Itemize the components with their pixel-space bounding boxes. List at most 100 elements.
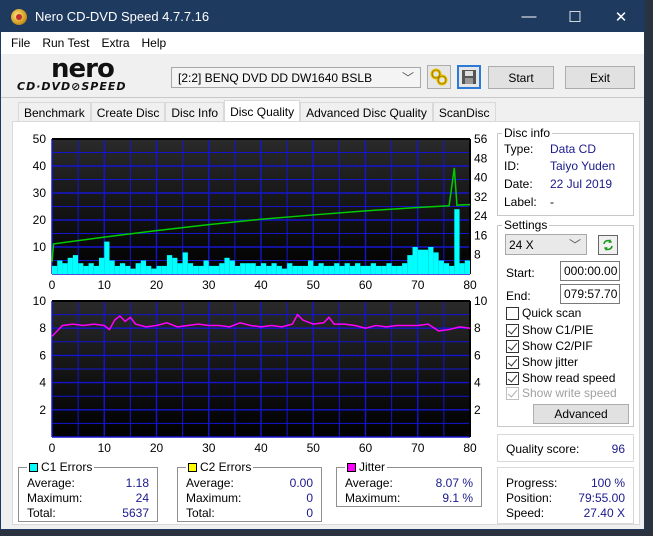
x-tick-label: 80 — [463, 441, 477, 455]
c1-error-bar — [261, 263, 267, 274]
c1-error-bar — [67, 257, 73, 274]
quality-score-value: 96 — [611, 442, 625, 456]
quick-scan-checkbox[interactable]: Quick scan — [506, 306, 581, 320]
y-tick-label-right: 2 — [474, 403, 481, 417]
y-tick-label-left: 8 — [39, 321, 46, 335]
c2-total-label: Total: — [186, 506, 215, 520]
jitter-group: Jitter Average: 8.07 % Maximum: 9.1 % — [336, 460, 482, 507]
c1-error-bar — [266, 265, 272, 274]
y-tick-label-right: 4 — [474, 376, 481, 390]
c1-error-bar — [375, 265, 382, 274]
c1-error-bar — [193, 265, 199, 274]
c1-error-bar — [297, 265, 303, 274]
c1-error-bar — [464, 260, 470, 274]
c1-error-bar — [402, 263, 408, 274]
x-tick-label: 10 — [98, 441, 112, 455]
c1-error-bar — [281, 268, 288, 274]
c2-maximum-label: Maximum: — [186, 491, 242, 505]
c1-error-bar — [313, 265, 319, 274]
start-time-input[interactable]: 000:00.00 — [560, 261, 620, 281]
c1-maximum-label: Maximum: — [27, 491, 83, 505]
show-read-speed-checkbox[interactable]: Show read speed — [506, 371, 615, 385]
c1-error-bar — [355, 263, 361, 274]
x-tick-label: 30 — [202, 441, 216, 455]
show-c2-label: Show C2/PIF — [522, 339, 593, 353]
c1-total-value: 5637 — [122, 506, 149, 520]
show-jitter-checkbox[interactable]: Show jitter — [506, 355, 578, 369]
id-label: ID: — [504, 159, 520, 173]
show-c1-checkbox[interactable]: Show C1/PIE — [506, 323, 593, 337]
y-tick-label-left: 2 — [39, 403, 46, 417]
c1-error-bar — [229, 260, 235, 274]
c1-error-bar — [449, 265, 455, 274]
c2-title-text: C2 Errors — [200, 460, 252, 474]
c1-title-text: C1 Errors — [41, 460, 93, 474]
c1-error-bar — [182, 252, 188, 274]
c1-error-bar — [302, 265, 309, 274]
c1-error-bar — [245, 263, 251, 274]
c1-error-bar — [323, 265, 329, 274]
x-tick-label: 40 — [254, 441, 268, 455]
c1-error-bar — [344, 263, 350, 274]
end-label: End: — [506, 289, 531, 303]
x-tick-label: 20 — [150, 441, 164, 455]
show-c1-label: Show C1/PIE — [522, 323, 594, 337]
jitter-average-label: Average: — [345, 476, 393, 490]
x-tick-label: 0 — [49, 278, 56, 292]
c2-average-value: 0.00 — [289, 476, 313, 490]
c1-error-bar — [203, 260, 209, 274]
x-tick-label: 70 — [411, 278, 425, 292]
type-value: Data CD — [550, 142, 597, 156]
c1-error-bar — [130, 268, 136, 274]
y-tick-label-left: 20 — [33, 213, 47, 227]
position-value: 79:55.00 — [578, 491, 625, 505]
c1-maximum-value: 24 — [135, 491, 149, 505]
settings-title: Settings — [502, 218, 550, 232]
c1-error-bar — [146, 265, 152, 274]
y-tick-label-right: 56 — [474, 132, 488, 146]
y-tick-label-right: 8 — [474, 321, 481, 335]
checkbox-box — [506, 386, 519, 400]
c1-error-bar — [161, 265, 167, 274]
y-tick-label-left: 6 — [39, 348, 46, 362]
jitter-color-swatch — [347, 462, 356, 472]
c1-error-bar — [72, 255, 79, 274]
c2-maximum-value: 0 — [306, 491, 313, 505]
chevron-down-icon: ﹀ — [568, 238, 581, 252]
c1-error-bar — [459, 263, 465, 274]
c1-error-bar — [99, 257, 105, 274]
c1-error-bar — [454, 209, 460, 274]
label-label: Label: — [504, 195, 537, 209]
x-tick-label: 50 — [307, 441, 321, 455]
c1-error-bar — [334, 263, 340, 274]
c1-error-bar — [381, 265, 387, 274]
c1-error-bar — [88, 263, 94, 274]
refresh-button[interactable] — [598, 235, 618, 255]
jitter-title-text: Jitter — [359, 460, 386, 474]
checkbox-box — [506, 306, 519, 320]
c1-error-bar — [172, 257, 178, 274]
show-c2-checkbox[interactable]: Show C2/PIF — [506, 339, 593, 353]
c1-error-bar — [308, 260, 314, 274]
c1-error-bar — [318, 263, 324, 274]
c1-error-bar — [213, 265, 220, 274]
c1-error-bar — [422, 249, 429, 274]
speed-select[interactable]: 24 X ﹀ — [505, 234, 587, 255]
c1-color-swatch — [29, 462, 38, 472]
c1-error-bar — [125, 265, 131, 274]
c2-average-label: Average: — [186, 476, 234, 490]
c1-error-bar — [156, 265, 162, 274]
y-tick-label-right: 16 — [474, 228, 488, 242]
end-time-input[interactable]: 079:57.70 — [560, 284, 620, 304]
y-tick-label-left: 10 — [33, 240, 47, 254]
y-tick-label-right: 8 — [474, 248, 481, 262]
c1-error-bar — [104, 241, 110, 274]
c1-error-bar — [52, 265, 58, 274]
refresh-icon — [603, 239, 613, 251]
c1-error-bar — [407, 255, 413, 274]
advanced-button[interactable]: Advanced — [533, 404, 629, 424]
checkbox-box — [506, 355, 519, 369]
c1-error-bar — [140, 260, 147, 274]
c1-error-bar — [135, 263, 141, 274]
y-tick-label-right: 32 — [474, 190, 488, 204]
